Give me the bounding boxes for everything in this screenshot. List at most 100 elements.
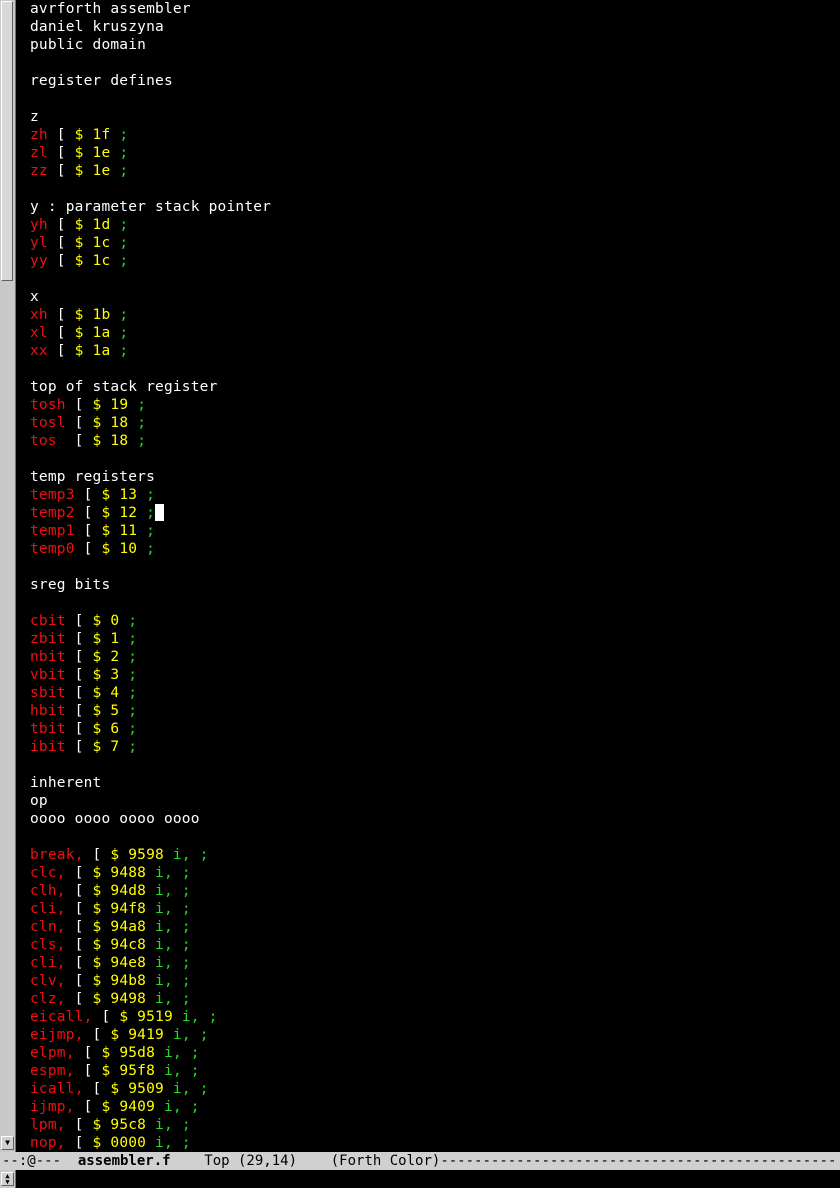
code-line: tbit [ $ 6 ; bbox=[30, 720, 836, 738]
up-down-arrows-icon[interactable]: ▲ ▼ bbox=[1, 1172, 14, 1186]
code-token: [ bbox=[65, 865, 93, 881]
code-token: $ 9598 bbox=[110, 847, 164, 863]
code-line: avrforth assembler bbox=[30, 0, 836, 18]
code-token: $ 95f8 bbox=[101, 1063, 156, 1079]
code-line: sreg bits bbox=[30, 576, 836, 594]
code-token: top of stack register bbox=[30, 379, 218, 395]
code-token: i, bbox=[146, 955, 173, 971]
code-token: $ 1a bbox=[74, 325, 111, 341]
code-token: lpm, bbox=[30, 1117, 66, 1133]
code-token: $ 94b8 bbox=[92, 973, 147, 989]
code-line: cbit [ $ 0 ; bbox=[30, 612, 836, 630]
code-line: public domain bbox=[30, 36, 836, 54]
code-token: i, bbox=[146, 1135, 173, 1151]
scroll-down-arrow-icon[interactable]: ▼ bbox=[1, 1136, 14, 1150]
code-token: sbit bbox=[30, 685, 66, 701]
code-token: $ 9519 bbox=[119, 1009, 173, 1025]
buffer-name[interactable]: assembler.f bbox=[78, 1153, 171, 1169]
code-token: [ bbox=[65, 1135, 93, 1151]
code-token: $ 1 bbox=[92, 631, 120, 647]
code-token: public domain bbox=[30, 37, 147, 53]
code-token: [ bbox=[74, 541, 102, 557]
code-token: $ 13 bbox=[101, 487, 138, 503]
code-token: tosh bbox=[30, 397, 66, 413]
code-line: xx [ $ 1a ; bbox=[30, 342, 836, 360]
code-line: espm, [ $ 95f8 i, ; bbox=[30, 1062, 836, 1080]
code-token: cli, bbox=[30, 955, 66, 971]
code-line: zh [ $ 1f ; bbox=[30, 126, 836, 144]
code-token: ; bbox=[119, 631, 138, 647]
code-token: $ 0000 bbox=[92, 1135, 147, 1151]
code-token: ; bbox=[172, 901, 191, 917]
code-token: $ 12 bbox=[101, 505, 138, 521]
code-line: temp0 [ $ 10 ; bbox=[30, 540, 836, 558]
code-token: ibit bbox=[30, 739, 66, 755]
code-token: zl bbox=[30, 145, 48, 161]
code-token: inherent bbox=[30, 775, 102, 791]
code-token: $ 1f bbox=[74, 127, 111, 143]
code-token: sreg bits bbox=[30, 577, 111, 593]
code-token: ; bbox=[128, 415, 147, 431]
code-token: temp1 bbox=[30, 523, 75, 539]
code-token: [ bbox=[65, 919, 93, 935]
code-token: zh bbox=[30, 127, 48, 143]
code-token: temp0 bbox=[30, 541, 75, 557]
code-token: ; bbox=[110, 325, 129, 341]
code-line: cln, [ $ 94a8 i, ; bbox=[30, 918, 836, 936]
code-token: [ bbox=[47, 307, 75, 323]
code-token: ; bbox=[110, 253, 129, 269]
code-token: clv, bbox=[30, 973, 66, 989]
code-token: i, bbox=[163, 1081, 191, 1097]
code-token: $ 94a8 bbox=[92, 919, 147, 935]
code-line: cls, [ $ 94c8 i, ; bbox=[30, 936, 836, 954]
code-line: clv, [ $ 94b8 i, ; bbox=[30, 972, 836, 990]
code-token: temp registers bbox=[30, 469, 156, 485]
editor-buffer[interactable]: avrforth assembler daniel kruszyna public … bbox=[30, 0, 836, 1152]
code-token: [ bbox=[65, 685, 93, 701]
vertical-scrollbar[interactable]: ▼ bbox=[0, 0, 16, 1152]
code-token: [ bbox=[92, 1009, 120, 1025]
code-token: tbit bbox=[30, 721, 66, 737]
code-token: icall, bbox=[30, 1081, 84, 1097]
scrollbar-thumb[interactable] bbox=[1, 1, 13, 281]
code-token: $ 9488 bbox=[92, 865, 147, 881]
code-line: nop, [ $ 0000 i, ; bbox=[30, 1134, 836, 1152]
code-token: nop, bbox=[30, 1135, 66, 1151]
code-token: i, bbox=[146, 883, 173, 899]
modeline-fill: ----------------------------------------… bbox=[440, 1153, 837, 1169]
code-token: [ bbox=[65, 649, 93, 665]
code-line: hbit [ $ 5 ; bbox=[30, 702, 836, 720]
code-token: i, bbox=[172, 1009, 200, 1025]
code-token: [ bbox=[65, 703, 93, 719]
code-token: ; bbox=[110, 163, 129, 179]
mode-line: --:@--- assembler.f Top (29,14) (Forth C… bbox=[0, 1152, 840, 1170]
code-token: [ bbox=[65, 631, 93, 647]
code-token: ; bbox=[190, 1081, 209, 1097]
code-token: yh bbox=[30, 217, 48, 233]
code-line: clc, [ $ 9488 i, ; bbox=[30, 864, 836, 882]
code-token: $ 94d8 bbox=[92, 883, 147, 899]
code-token: $ 9419 bbox=[110, 1027, 164, 1043]
minibuffer[interactable] bbox=[16, 1170, 840, 1188]
code-line: op bbox=[30, 792, 836, 810]
code-token: [ bbox=[83, 1081, 111, 1097]
code-token: temp2 bbox=[30, 505, 75, 521]
code-token: ; bbox=[181, 1099, 200, 1115]
major-mode[interactable]: (Forth Color) bbox=[297, 1153, 441, 1169]
code-line: yy [ $ 1c ; bbox=[30, 252, 836, 270]
code-token: $ 95c8 bbox=[92, 1117, 147, 1133]
code-token: [ bbox=[47, 127, 75, 143]
code-token: [ bbox=[47, 343, 75, 359]
code-token: $ 1e bbox=[74, 163, 111, 179]
code-token: xh bbox=[30, 307, 48, 323]
code-token: ; bbox=[110, 307, 129, 323]
code-token: vbit bbox=[30, 667, 66, 683]
code-token: break, bbox=[30, 847, 84, 863]
code-token: [ bbox=[74, 523, 102, 539]
code-token: ; bbox=[110, 235, 129, 251]
